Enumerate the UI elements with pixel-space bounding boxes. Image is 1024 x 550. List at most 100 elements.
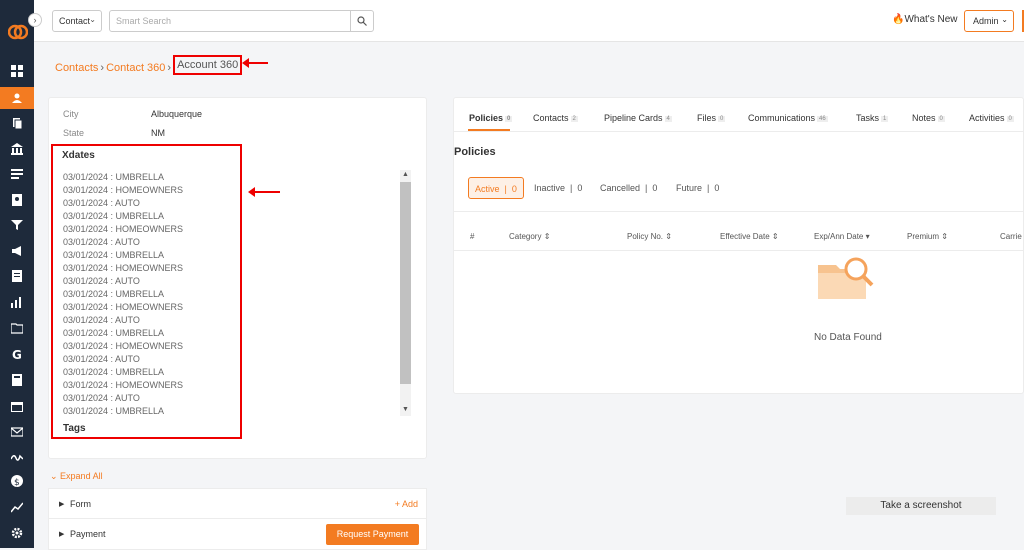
calendar-icon[interactable] (0, 395, 34, 417)
sort-icon: ⇕ (941, 232, 948, 241)
tab-count: 0 (937, 115, 945, 122)
status-active-button[interactable]: Active | 0 (468, 177, 524, 199)
tab-policies[interactable]: Policies 0 (469, 113, 513, 123)
tab-bar: Policies 0 Contacts 2 Pipeline Cards 4 File… (454, 98, 1024, 132)
tab-count: 0 (505, 115, 513, 122)
xdate-item: 03/01/2024 : UMBRELLA (63, 250, 165, 260)
annotation-arrow (248, 187, 280, 197)
tab-communications[interactable]: Communications 46 (748, 113, 828, 123)
column-header-effective-date[interactable]: Effective Date ⇕ (720, 232, 779, 241)
line-chart-icon[interactable] (0, 496, 34, 518)
tags-title: Tags (63, 423, 86, 434)
calculator-icon[interactable] (0, 369, 34, 391)
chevron-down-icon: ⌄ (89, 15, 96, 24)
status-inactive-button[interactable]: Inactive | 0 (534, 183, 582, 193)
xdate-item: 03/01/2024 : AUTO (63, 354, 140, 364)
google-icon[interactable]: G (0, 343, 34, 365)
sort-icon: ⇕ (543, 232, 551, 241)
status-label: Cancelled (600, 183, 641, 193)
whats-new-link[interactable]: 🔥What's New (892, 14, 958, 25)
status-future-button[interactable]: Future | 0 (676, 183, 719, 193)
state-label: State (63, 128, 85, 138)
breadcrumb-contacts[interactable]: Contacts (55, 62, 98, 74)
filter-icon[interactable] (0, 214, 34, 236)
xdate-item: 03/01/2024 : HOMEOWNERS (63, 302, 184, 312)
tab-label: Policies (469, 113, 504, 123)
related-records-panel: Policies 0 Contacts 2 Pipeline Cards 4 File… (453, 97, 1024, 394)
accordion: ▶ Form + Add ▶ Payment Request Payment (48, 488, 427, 550)
column-label: Effective Date (720, 232, 770, 241)
status-count: 0 (714, 183, 720, 193)
tab-notes[interactable]: Notes 0 (912, 113, 945, 123)
accordion-payment[interactable]: ▶ Payment Request Payment (49, 519, 426, 549)
expand-all-link[interactable]: ⌄ Expand All (50, 471, 103, 482)
xdate-item: 03/01/2024 : AUTO (63, 393, 140, 403)
tab-tasks[interactable]: Tasks 1 (856, 113, 889, 123)
search-type-select[interactable]: Contact ⌄ (52, 10, 102, 32)
bar-chart-icon[interactable] (0, 291, 34, 313)
xdates-scrollbar-thumb[interactable] (400, 182, 411, 384)
xdates-list[interactable]: 03/01/2024 : UMBRELLA 03/01/2024 : HOMEO… (63, 171, 393, 418)
admin-dropdown[interactable]: Admin ⌄ (964, 10, 1014, 32)
contacts-icon[interactable] (0, 87, 34, 109)
tab-count: 4 (664, 115, 672, 122)
status-count: 0 (577, 183, 583, 193)
tab-files[interactable]: Files 0 (697, 113, 726, 123)
form-label: Form (70, 499, 91, 509)
city-value: Albuquerque (151, 109, 203, 119)
tab-count: 1 (881, 115, 889, 122)
megaphone-icon[interactable] (0, 240, 34, 262)
status-cancelled-button[interactable]: Cancelled | 0 (600, 183, 657, 193)
xdate-item: 03/01/2024 : UMBRELLA (63, 367, 165, 377)
column-header-category[interactable]: Category ⇕ (509, 232, 550, 241)
app-logo[interactable] (8, 22, 28, 42)
breadcrumb: Contacts › Contact 360 › Account 360 (55, 55, 243, 75)
xdate-item: 03/01/2024 : HOMEOWNERS (63, 263, 184, 273)
policies-title: Policies (454, 146, 496, 158)
folder-icon[interactable] (0, 317, 34, 339)
signature-icon[interactable] (0, 446, 34, 468)
column-header-premium[interactable]: Premium ⇕ (907, 232, 948, 241)
xdate-item: 03/01/2024 : HOMEOWNERS (63, 185, 184, 195)
sort-icon: ⇕ (771, 232, 779, 241)
sidebar-collapse-button[interactable]: › (28, 13, 42, 27)
notes-icon[interactable] (0, 265, 34, 287)
id-card-icon[interactable] (0, 189, 34, 211)
xdate-item: 03/01/2024 : UMBRELLA (63, 211, 165, 221)
scroll-up-icon[interactable]: ▲ (402, 171, 409, 178)
column-label: Category (509, 232, 542, 241)
gear-icon[interactable] (0, 522, 34, 544)
tab-contacts[interactable]: Contacts 2 (533, 113, 578, 123)
xdate-item: 03/01/2024 : AUTO (63, 237, 140, 247)
column-header-number: # (470, 232, 475, 241)
xdate-item: 03/01/2024 : UMBRELLA (63, 172, 165, 182)
xdate-item: 03/01/2024 : HOMEOWNERS (63, 341, 184, 351)
breadcrumb-separator: › (100, 62, 105, 74)
smart-search-input[interactable]: Smart Search (109, 10, 351, 32)
status-label: Inactive (534, 183, 566, 193)
column-header-policy-no[interactable]: Policy No. ⇕ (627, 232, 672, 241)
tab-pipeline-cards[interactable]: Pipeline Cards 4 (604, 113, 672, 123)
documents-icon[interactable] (0, 112, 34, 134)
take-screenshot-button[interactable]: Take a screenshot (846, 497, 996, 515)
scroll-down-icon[interactable]: ▼ (402, 406, 409, 413)
mail-icon[interactable] (0, 421, 34, 443)
column-header-exp-ann-date[interactable]: Exp/Ann Date ▾ (814, 232, 870, 241)
tab-label: Files (697, 113, 717, 123)
bank-icon[interactable] (0, 138, 34, 160)
dollar-icon[interactable]: $ (0, 470, 34, 492)
list-icon[interactable] (0, 163, 34, 185)
accordion-form[interactable]: ▶ Form + Add (49, 489, 426, 519)
search-button[interactable] (350, 10, 374, 32)
dashboard-icon[interactable] (0, 60, 34, 82)
breadcrumb-contact-360[interactable]: Contact 360 (106, 62, 165, 74)
tab-activities[interactable]: Activities 0 (969, 113, 1014, 123)
tab-label: Pipeline Cards (604, 113, 663, 123)
xdate-item: 03/01/2024 : UMBRELLA (63, 406, 165, 416)
add-form-button[interactable]: + Add (395, 499, 418, 509)
tab-label: Tasks (856, 113, 880, 123)
annotation-arrow (242, 58, 268, 68)
column-header-carrier[interactable]: Carrie (1000, 232, 1022, 241)
request-payment-button[interactable]: Request Payment (326, 524, 419, 545)
sidebar: › G $ (0, 0, 42, 548)
